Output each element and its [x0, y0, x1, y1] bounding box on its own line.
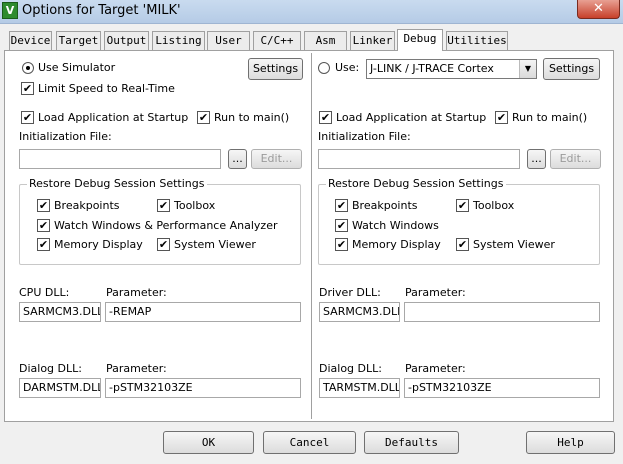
ok-button[interactable]: OK: [163, 431, 254, 454]
left-dialog-param-input[interactable]: -pSTM32103ZE: [105, 378, 301, 398]
cancel-button[interactable]: Cancel: [263, 431, 356, 454]
left-dialog-param-label: Parameter:: [106, 362, 167, 375]
left-system-viewer-checkbox[interactable]: ✔: [157, 238, 170, 251]
left-watch-windows-checkbox[interactable]: ✔: [37, 219, 50, 232]
right-dialog-param-input[interactable]: -pSTM32103ZE: [404, 378, 600, 398]
right-system-viewer-checkbox[interactable]: ✔: [456, 238, 469, 251]
cpu-dll-input[interactable]: SARMCM3.DLL: [19, 302, 101, 322]
tab-utilities[interactable]: Utilities: [446, 31, 508, 50]
right-dialog-param-label: Parameter:: [405, 362, 466, 375]
debugger-settings-button[interactable]: Settings: [543, 58, 600, 80]
left-browse-button[interactable]: ...: [228, 149, 247, 169]
close-button[interactable]: ✕: [577, 0, 620, 19]
right-restore-title: Restore Debug Session Settings: [326, 177, 506, 191]
tab-user[interactable]: User: [207, 31, 250, 50]
right-breakpoints-label: Breakpoints: [352, 199, 418, 212]
simulator-settings-button[interactable]: Settings: [248, 58, 303, 80]
tab-device[interactable]: Device: [9, 31, 52, 50]
left-dialog-dll-label: Dialog DLL:: [19, 362, 82, 375]
right-toolbox-checkbox[interactable]: ✔: [456, 199, 469, 212]
tab-output[interactable]: Output: [104, 31, 149, 50]
left-toolbox-checkbox[interactable]: ✔: [157, 199, 170, 212]
right-init-file-label: Initialization File:: [318, 130, 411, 143]
right-watch-windows-label: Watch Windows: [352, 219, 439, 232]
driver-param-input[interactable]: [404, 302, 600, 322]
use-debugger-label: Use:: [335, 61, 360, 74]
left-breakpoints-checkbox[interactable]: ✔: [37, 199, 50, 212]
right-edit-button[interactable]: Edit...: [550, 149, 601, 169]
tab-linker[interactable]: Linker: [350, 31, 395, 50]
right-dialog-dll-label: Dialog DLL:: [319, 362, 382, 375]
use-simulator-label: Use Simulator: [38, 61, 116, 74]
tab-target[interactable]: Target: [56, 31, 101, 50]
right-init-file-input[interactable]: [318, 149, 520, 169]
left-memory-display-label: Memory Display: [54, 238, 143, 251]
cpu-dll-label: CPU DLL:: [19, 286, 70, 299]
left-run-to-main-checkbox[interactable]: ✔: [197, 111, 210, 124]
left-system-viewer-label: System Viewer: [174, 238, 256, 251]
right-toolbox-label: Toolbox: [473, 199, 515, 212]
cpu-param-label: Parameter:: [106, 286, 167, 299]
use-simulator-radio[interactable]: [22, 62, 34, 74]
driver-dll-input[interactable]: SARMCM3.DLL: [319, 302, 400, 322]
limit-speed-label: Limit Speed to Real-Time: [38, 82, 175, 95]
panel-divider: [311, 53, 312, 419]
debugger-select[interactable]: J-LINK / J-TRACE Cortex ▼: [366, 59, 537, 79]
help-button[interactable]: Help: [526, 431, 615, 454]
use-debugger-radio[interactable]: [318, 62, 330, 74]
left-dialog-dll-input[interactable]: DARMSTM.DLL: [19, 378, 101, 398]
left-watch-windows-label: Watch Windows & Performance Analyzer: [54, 219, 278, 232]
cpu-param-input[interactable]: -REMAP: [105, 302, 301, 322]
left-toolbox-label: Toolbox: [174, 199, 216, 212]
driver-dll-label: Driver DLL:: [319, 286, 381, 299]
right-run-to-main-label: Run to main(): [512, 111, 588, 124]
left-run-to-main-label: Run to main(): [214, 111, 290, 124]
right-dialog-dll-input[interactable]: TARMSTM.DLL: [319, 378, 400, 398]
left-init-file-input[interactable]: [19, 149, 221, 169]
right-breakpoints-checkbox[interactable]: ✔: [335, 199, 348, 212]
right-load-app-label: Load Application at Startup: [336, 111, 487, 124]
limit-speed-checkbox[interactable]: ✔: [21, 82, 34, 95]
driver-param-label: Parameter:: [405, 286, 466, 299]
right-browse-button[interactable]: ...: [527, 149, 546, 169]
tab-asm[interactable]: Asm: [304, 31, 347, 50]
left-memory-display-checkbox[interactable]: ✔: [37, 238, 50, 251]
right-memory-display-checkbox[interactable]: ✔: [335, 238, 348, 251]
chevron-down-icon[interactable]: ▼: [519, 60, 536, 78]
tab-listing[interactable]: Listing: [152, 31, 205, 50]
right-memory-display-label: Memory Display: [352, 238, 441, 251]
right-watch-windows-checkbox[interactable]: ✔: [335, 219, 348, 232]
left-restore-title: Restore Debug Session Settings: [27, 177, 207, 191]
tab-cpp[interactable]: C/C++: [253, 31, 301, 50]
right-load-app-checkbox[interactable]: ✔: [319, 111, 332, 124]
left-load-app-label: Load Application at Startup: [38, 111, 189, 124]
left-edit-button[interactable]: Edit...: [251, 149, 302, 169]
left-breakpoints-label: Breakpoints: [54, 199, 120, 212]
debugger-select-value: J-LINK / J-TRACE Cortex: [370, 62, 494, 75]
left-init-file-label: Initialization File:: [19, 130, 112, 143]
right-run-to-main-checkbox[interactable]: ✔: [495, 111, 508, 124]
tab-debug[interactable]: Debug: [397, 29, 443, 51]
left-load-app-checkbox[interactable]: ✔: [21, 111, 34, 124]
window-title: Options for Target 'MILK': [22, 3, 181, 18]
app-icon: V: [2, 2, 18, 19]
defaults-button[interactable]: Defaults: [364, 431, 459, 454]
right-system-viewer-label: System Viewer: [473, 238, 555, 251]
